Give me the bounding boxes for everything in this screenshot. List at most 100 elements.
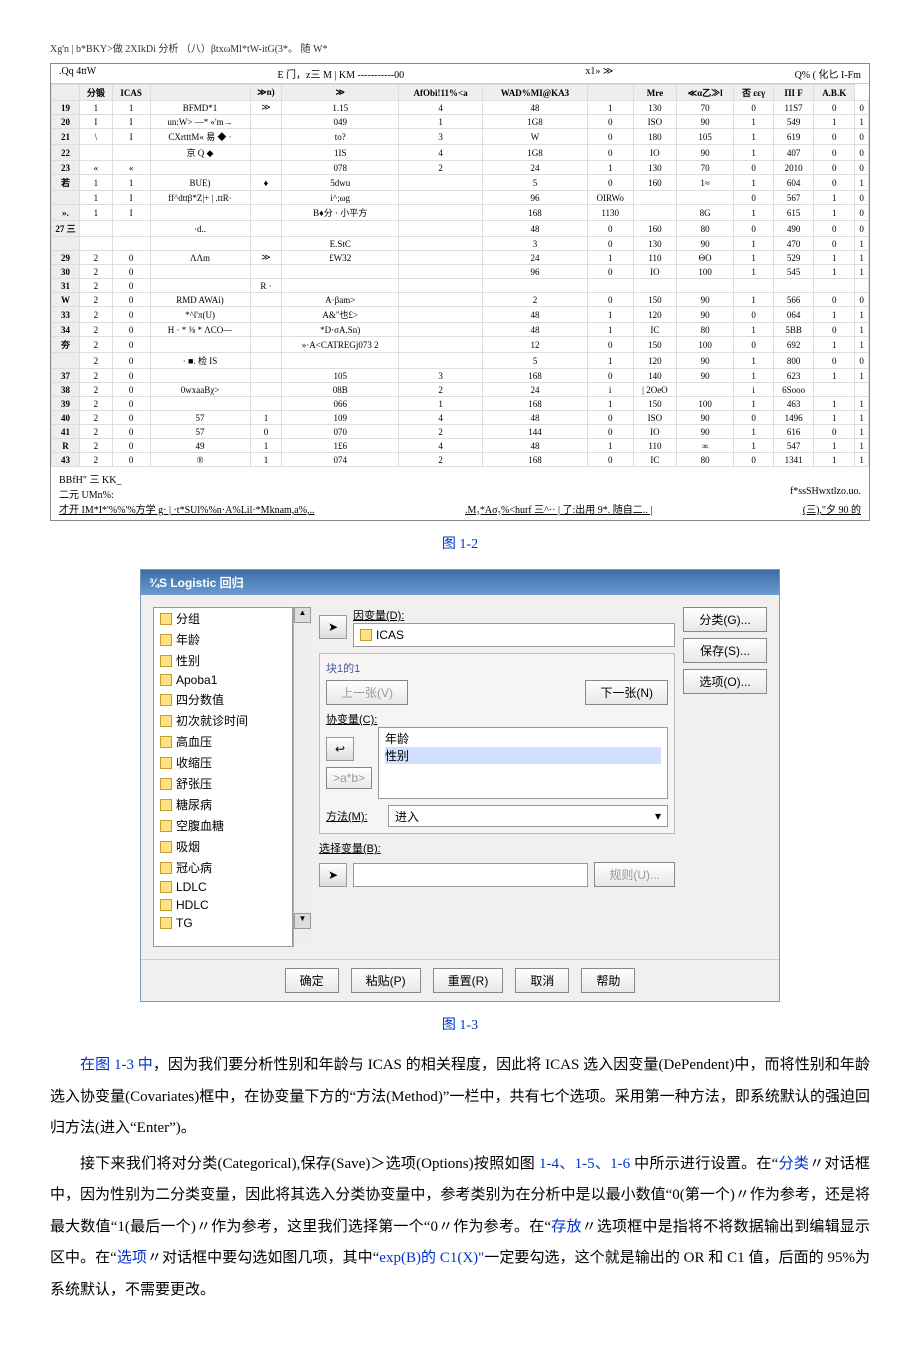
- categorical-button[interactable]: 分类(G)...: [683, 607, 767, 632]
- var-item[interactable]: 分组: [154, 608, 292, 629]
- figure-caption-2: 图 1-3: [50, 1014, 870, 1034]
- status-r2: f*ssSHwxtlzo.uo.: [790, 486, 861, 501]
- var-item[interactable]: 性别: [154, 650, 292, 671]
- select-variable-field[interactable]: [353, 863, 588, 887]
- p1-rest: ，因为我们要分析性别和年龄与 ICAS 的相关程度，因此将 ICAS 选入因变量…: [50, 1057, 870, 1136]
- var-label: TG: [176, 916, 193, 930]
- status-r3: (三),"夕 90 的: [803, 501, 861, 516]
- prev-block-button[interactable]: 上一张(V): [326, 680, 408, 705]
- var-label: 吸烟: [176, 838, 200, 855]
- menu-mid: E 门，z三 M | KM -----------00: [277, 66, 404, 81]
- var-label: 糖尿病: [176, 796, 212, 813]
- body-text: 在图 1-3 中，因为我们要分析性别和年龄与 ICAS 的相关程度，因此将 IC…: [50, 1050, 870, 1306]
- var-label: Apoba1: [176, 673, 217, 687]
- save-button[interactable]: 保存(S)...: [683, 638, 767, 663]
- ok-button[interactable]: 确定: [285, 968, 339, 993]
- move-to-dependent-button[interactable]: ➤: [319, 615, 347, 639]
- dependent-label: 因变量(D):: [353, 607, 675, 623]
- var-item[interactable]: 空腹血糖: [154, 815, 292, 836]
- help-button[interactable]: 帮助: [581, 968, 635, 993]
- doc-header: Xg'n | b*BKY>做 2XIkDi 分析 （八）βtxωMl*tW-it…: [50, 40, 870, 55]
- var-label: 高血压: [176, 733, 212, 750]
- dialog-title: ¾S Logistic 回归: [141, 570, 779, 595]
- block-title: 块1的1: [326, 660, 668, 676]
- scale-icon: [160, 799, 172, 811]
- reset-button[interactable]: 重置(R): [433, 968, 504, 993]
- scale-icon: [160, 899, 172, 911]
- cov-item-2: 性别: [385, 747, 661, 764]
- var-scrollbar[interactable]: ▲ ▼: [293, 607, 311, 947]
- var-item[interactable]: LDLC: [154, 878, 292, 896]
- method-select[interactable]: 进入 ▾: [388, 805, 668, 827]
- figure-caption-1: 图 1-2: [50, 533, 870, 553]
- p1-blue: 在图 1-3 中: [80, 1057, 153, 1073]
- var-item[interactable]: 收缩压: [154, 752, 292, 773]
- var-item[interactable]: 四分数值: [154, 689, 292, 710]
- method-label: 方法(M):: [326, 808, 382, 824]
- spss-menubar: .Qq 4ttW E 门，z三 M | KM -----------00 x1»…: [51, 64, 869, 84]
- var-label: 初次就诊时间: [176, 712, 248, 729]
- move-to-select-button[interactable]: ➤: [319, 863, 347, 887]
- scale-icon: [160, 881, 172, 893]
- scale-icon: [160, 674, 172, 686]
- paste-button[interactable]: 粘贴(P): [351, 968, 421, 993]
- block-frame: 块1的1 上一张(V) 下一张(N) 协变量(C): ↩ >a*b> 年龄 性别: [319, 653, 675, 834]
- var-item[interactable]: TG: [154, 914, 292, 932]
- var-item[interactable]: 初次就诊时间: [154, 710, 292, 731]
- menu-r2: Q% ( 化匕 I-Fm: [795, 66, 861, 81]
- next-block-button[interactable]: 下一张(N): [585, 680, 668, 705]
- var-item[interactable]: HDLC: [154, 896, 292, 914]
- scale-icon: [160, 778, 172, 790]
- status-m3: .M₃*Aσ₅%<hurf 三^·· | 了:出用 9*. 随自二.. |: [465, 501, 652, 516]
- select-variable-label: 选择变量(B):: [319, 840, 675, 856]
- status-l2: 二元 UMn%:: [59, 486, 114, 501]
- p2h: 选项: [117, 1250, 147, 1266]
- var-item[interactable]: 糖尿病: [154, 794, 292, 815]
- p2i: 〃对话框中要勾选如图几项，其中“: [147, 1250, 379, 1266]
- interaction-button[interactable]: >a*b>: [326, 767, 372, 789]
- chevron-down-icon: ▾: [655, 809, 661, 823]
- cov-item-1: 年龄: [385, 730, 661, 747]
- scale-icon: [160, 736, 172, 748]
- options-button[interactable]: 选项(O)...: [683, 669, 767, 694]
- scale-icon: [160, 715, 172, 727]
- menu-left: .Qq 4ttW: [59, 66, 96, 81]
- var-item[interactable]: 冠心病: [154, 857, 292, 878]
- dependent-field[interactable]: ICAS: [353, 623, 675, 647]
- scale-icon: [160, 655, 172, 667]
- covariates-list[interactable]: 年龄 性别: [378, 727, 668, 799]
- scale-icon: [160, 820, 172, 832]
- move-to-covariate-button[interactable]: ↩: [326, 737, 354, 761]
- p2c: 中所示进行设置。在“: [630, 1156, 778, 1172]
- rule-button[interactable]: 规则(U)...: [594, 862, 675, 887]
- p2b: 1-4、1-5、1-6: [539, 1156, 630, 1172]
- cancel-button[interactable]: 取消: [515, 968, 569, 993]
- variable-list[interactable]: 分组年龄性别 Apoba1 四分数值初次就诊时间高血压收缩压舒张压糖尿病空腹血糖吸烟…: [153, 607, 293, 947]
- scale-icon: [160, 917, 172, 929]
- status-l1: BBfH" 三 KK_: [59, 471, 861, 486]
- scroll-down-icon[interactable]: ▼: [294, 913, 311, 929]
- scale-icon: [360, 629, 372, 641]
- logistic-dialog: ¾S Logistic 回归 分组年龄性别Apoba1四分数值初次就诊时间高血压…: [140, 569, 780, 1002]
- scroll-up-icon[interactable]: ▲: [294, 607, 311, 623]
- dialog-buttons: 确定 粘贴(P) 重置(R) 取消 帮助: [141, 959, 779, 1001]
- spss-data-window: .Qq 4ttW E 门，z三 M | KM -----------00 x1»…: [50, 63, 870, 521]
- scale-icon: [160, 841, 172, 853]
- p2a: 接下来我们将对分类(Categorical),保存(Save)＞选项(Optio…: [80, 1156, 539, 1172]
- scale-icon: [160, 613, 172, 625]
- status-l3: 才开 IM*I*'%%'%方学 g· | ·t*SUl%%n·A%Lil·*Mk…: [59, 501, 315, 516]
- scale-icon: [160, 694, 172, 706]
- var-item[interactable]: 舒张压: [154, 773, 292, 794]
- var-item[interactable]: 年龄: [154, 629, 292, 650]
- var-item[interactable]: Apoba1: [154, 671, 292, 689]
- var-label: 四分数值: [176, 691, 224, 708]
- side-buttons: 分类(G)... 保存(S)... 选项(O)...: [683, 607, 767, 947]
- var-label: LDLC: [176, 880, 207, 894]
- var-label: 舒张压: [176, 775, 212, 792]
- var-item[interactable]: 吸烟: [154, 836, 292, 857]
- var-item[interactable]: 高血压: [154, 731, 292, 752]
- spss-status: BBfH" 三 KK_ 二元 UMn%: f*ssSHwxtlzo.uo. 才开…: [51, 467, 869, 520]
- var-label: HDLC: [176, 898, 209, 912]
- var-label: 分组: [176, 610, 200, 627]
- paragraph-1: 在图 1-3 中，因为我们要分析性别和年龄与 ICAS 的相关程度，因此将 IC…: [50, 1050, 870, 1145]
